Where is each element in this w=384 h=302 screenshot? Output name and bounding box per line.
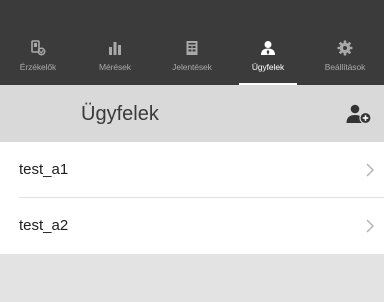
tab-ugyfelek[interactable]: Ügyfelek <box>233 40 303 85</box>
tab-jelentesek[interactable]: Jelentések <box>157 40 227 85</box>
tab-beallitasok[interactable]: Beállítások <box>310 40 380 85</box>
chevron-right-icon <box>366 219 374 233</box>
page-title: Ügyfelek <box>81 103 159 125</box>
tab-bar: Érzékelők Mérések Jelentések Ügyfelek Be… <box>0 0 384 85</box>
chevron-right-icon <box>366 163 374 177</box>
gear-icon <box>337 40 353 56</box>
list-item[interactable]: test_a2 <box>0 198 384 254</box>
user-icon <box>260 40 276 56</box>
tab-meresek[interactable]: Mérések <box>80 40 150 85</box>
tab-label: Ügyfelek <box>251 62 285 72</box>
bar-chart-icon <box>107 40 123 56</box>
tab-label: Érzékelők <box>19 62 57 72</box>
add-user-icon[interactable] <box>346 104 372 125</box>
client-name: test_a2 <box>19 217 69 234</box>
list-item[interactable]: test_a1 <box>0 142 384 198</box>
report-icon <box>184 40 200 56</box>
tab-label: Jelentések <box>172 62 212 72</box>
tab-erzekelok[interactable]: Érzékelők <box>3 40 73 85</box>
sensor-icon <box>30 40 46 56</box>
tab-label: Beállítások <box>324 62 366 72</box>
client-list: test_a1 test_a2 <box>0 142 384 254</box>
page-header: Ügyfelek <box>0 85 384 142</box>
client-name: test_a1 <box>19 161 69 178</box>
tab-label: Mérések <box>99 62 131 72</box>
